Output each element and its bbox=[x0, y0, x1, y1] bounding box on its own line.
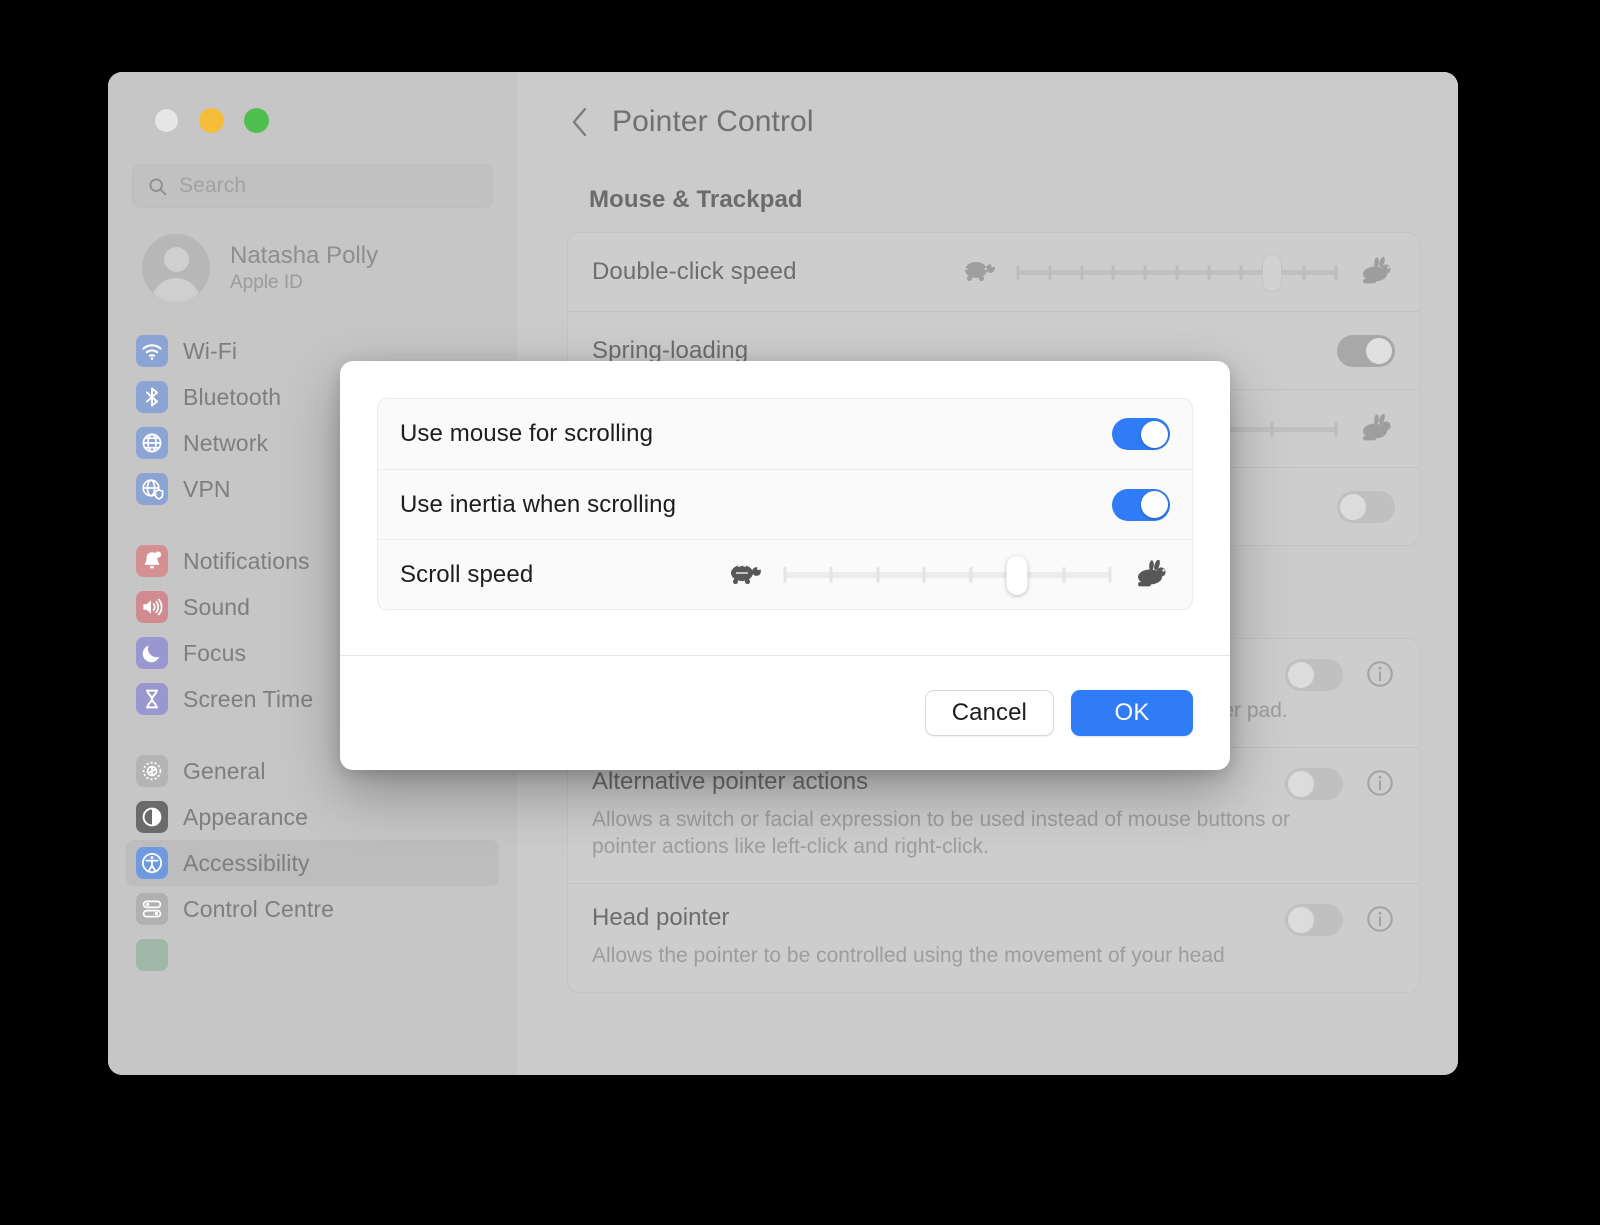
dialog-body: Use mouse for scrolling Use inertia when… bbox=[340, 361, 1230, 655]
mouse-keys-toggle[interactable] bbox=[1285, 659, 1343, 691]
block-description: Allows a switch or facial expression to … bbox=[592, 807, 1291, 859]
slider-ticks bbox=[1016, 265, 1338, 280]
sidebar-item-label: Appearance bbox=[183, 803, 309, 830]
use-mouse-for-scrolling-toggle[interactable] bbox=[1112, 418, 1170, 450]
network-icon bbox=[136, 427, 168, 459]
search-icon bbox=[149, 177, 167, 195]
block-title: Head pointer bbox=[592, 904, 730, 932]
option-label: Use mouse for scrolling bbox=[400, 420, 654, 447]
scroll-speed-slider[interactable] bbox=[725, 555, 1170, 595]
vpn-icon bbox=[136, 473, 168, 505]
traffic-lights bbox=[126, 72, 499, 133]
sidebar-item-label: Network bbox=[183, 429, 269, 456]
info-icon[interactable] bbox=[1365, 768, 1395, 798]
head-pointer-toggle[interactable] bbox=[1285, 904, 1343, 937]
moon-icon bbox=[136, 637, 168, 669]
sidebar-item-label: Notifications bbox=[183, 547, 310, 574]
pane-header: Pointer Control bbox=[567, 72, 1420, 139]
gear-icon bbox=[136, 755, 168, 787]
sidebar-item-label: Control Centre bbox=[183, 895, 334, 922]
spring-loading-toggle[interactable] bbox=[1337, 334, 1395, 367]
minimise-window-button[interactable] bbox=[199, 108, 224, 133]
dialog-footer: Cancel OK bbox=[340, 655, 1230, 770]
section-title: Mouse & Trackpad bbox=[589, 186, 803, 213]
third-option-toggle[interactable] bbox=[1337, 490, 1395, 523]
alternative-pointer-actions-toggle[interactable] bbox=[1285, 767, 1343, 800]
option-label: Scroll speed bbox=[400, 560, 534, 588]
row-use-inertia-when-scrolling: Use inertia when scrolling bbox=[378, 469, 1192, 539]
scrolling-options-dialog: Use mouse for scrolling Use inertia when… bbox=[340, 361, 1230, 770]
block-head-pointer: Head pointer Allows the pointer to be co… bbox=[568, 883, 1419, 992]
sidebar-item-label: Screen Time bbox=[183, 685, 314, 712]
hare-icon bbox=[1363, 257, 1391, 284]
sidebar-item-label: Wi-Fi bbox=[183, 337, 238, 364]
account-subtitle: Apple ID bbox=[230, 272, 303, 294]
accessibility-icon bbox=[136, 847, 168, 879]
sidebar-item-label: General bbox=[183, 757, 266, 784]
block-title: Alternative pointer actions bbox=[592, 767, 869, 795]
maximise-window-button[interactable] bbox=[244, 108, 269, 133]
sidebar-item-label: Accessibility bbox=[183, 849, 310, 876]
avatar bbox=[142, 234, 210, 302]
dialog-options-card: Use mouse for scrolling Use inertia when… bbox=[377, 398, 1193, 610]
bluetooth-icon bbox=[136, 381, 168, 413]
slider-thumb[interactable] bbox=[1006, 555, 1028, 595]
row-double-click-speed: Double-click speed bbox=[568, 233, 1419, 311]
hare-icon bbox=[1138, 559, 1166, 586]
bell-icon bbox=[136, 545, 168, 577]
wifi-icon bbox=[136, 335, 168, 367]
close-window-button[interactable] bbox=[154, 108, 179, 133]
speaker-icon bbox=[136, 591, 168, 623]
clipped-app-icon bbox=[136, 939, 168, 971]
contrast-icon bbox=[136, 801, 168, 833]
slider-thumb[interactable] bbox=[1262, 254, 1283, 292]
tortoise-icon bbox=[731, 563, 761, 584]
use-inertia-when-scrolling-toggle[interactable] bbox=[1112, 488, 1170, 521]
page-title: Pointer Control bbox=[612, 105, 814, 138]
row-scroll-speed: Scroll speed bbox=[378, 539, 1192, 609]
cancel-button[interactable]: Cancel bbox=[924, 690, 1054, 736]
sidebar-group-system: General Appearance Accessibility Control… bbox=[126, 748, 499, 978]
sidebar-item-control-centre[interactable]: Control Centre bbox=[126, 886, 499, 932]
sliders-icon bbox=[136, 893, 168, 925]
hourglass-icon bbox=[136, 683, 168, 715]
row-label: Double-click speed bbox=[592, 258, 797, 285]
apple-id-account-item[interactable]: Natasha Polly Apple ID bbox=[142, 234, 493, 302]
slider-track[interactable] bbox=[783, 555, 1112, 595]
sidebar-item-accessibility[interactable]: Accessibility bbox=[126, 840, 499, 886]
tortoise-icon bbox=[965, 262, 995, 281]
row-use-mouse-for-scrolling: Use mouse for scrolling bbox=[378, 399, 1192, 469]
account-name: Natasha Polly bbox=[230, 241, 379, 269]
block-description: Allows the pointer to be controlled usin… bbox=[592, 944, 1225, 968]
sidebar-item-label: Focus bbox=[183, 639, 247, 666]
sidebar-item-clipped[interactable] bbox=[126, 932, 499, 978]
search-placeholder: Search bbox=[179, 174, 247, 197]
back-chevron-icon[interactable] bbox=[570, 106, 590, 138]
sidebar-item-label: Sound bbox=[183, 593, 251, 620]
hare-icon bbox=[1363, 413, 1391, 440]
info-icon[interactable] bbox=[1365, 904, 1395, 934]
sidebar-item-appearance[interactable]: Appearance bbox=[126, 794, 499, 840]
sidebar-item-label: VPN bbox=[183, 475, 231, 502]
search-input[interactable]: Search bbox=[132, 164, 493, 208]
option-label: Use inertia when scrolling bbox=[400, 490, 677, 518]
info-icon[interactable] bbox=[1365, 659, 1395, 689]
screen: Search Natasha Polly Apple ID Wi-Fi Blue… bbox=[0, 0, 1600, 1225]
slider-track[interactable] bbox=[1016, 254, 1338, 292]
ok-button[interactable]: OK bbox=[1071, 690, 1193, 736]
double-click-speed-slider[interactable] bbox=[959, 254, 1395, 292]
sidebar-item-label: Bluetooth bbox=[183, 383, 282, 410]
